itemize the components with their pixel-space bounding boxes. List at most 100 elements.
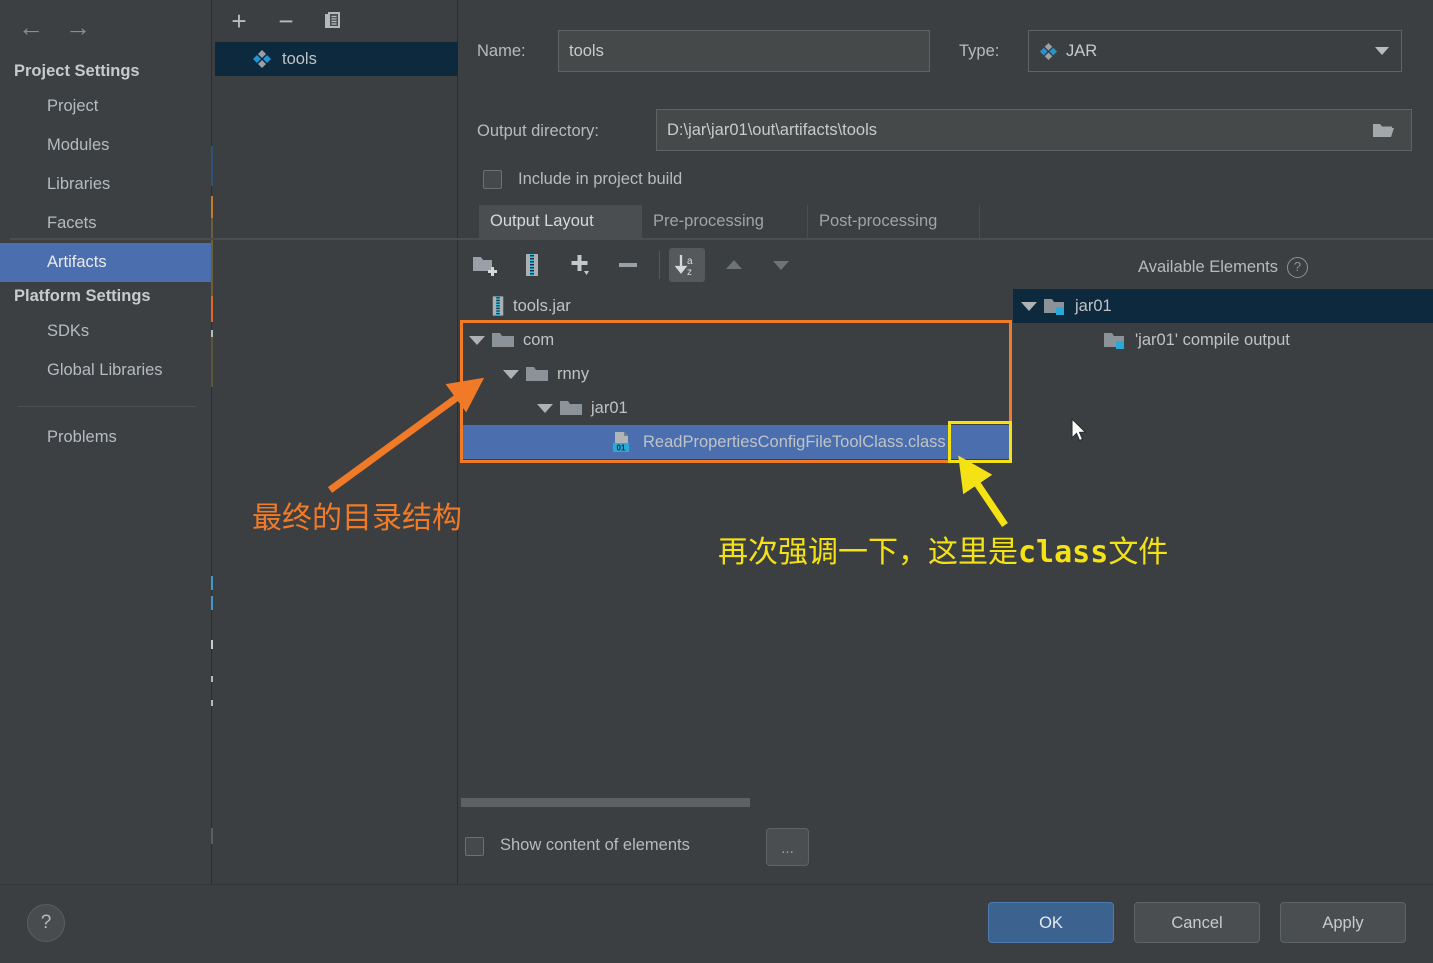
forward-arrow-icon[interactable]: → xyxy=(61,12,95,44)
folder-icon xyxy=(560,401,582,415)
plus-icon: + xyxy=(231,6,247,36)
tree-node[interactable]: rnny xyxy=(461,357,1012,391)
sidebar-group-title: Project Settings xyxy=(14,62,140,80)
svg-text:a: a xyxy=(687,256,693,267)
new-folder-icon xyxy=(473,257,497,276)
remove-element-button[interactable] xyxy=(610,248,646,282)
twisty-expanded-icon[interactable] xyxy=(537,403,553,413)
sort-elements-button[interactable]: a z xyxy=(669,248,705,282)
navigation-arrows: ← → xyxy=(14,12,134,46)
chevron-up-icon xyxy=(726,260,742,269)
minus-icon: − xyxy=(278,6,294,36)
twisty-expanded-icon[interactable] xyxy=(503,369,519,379)
artifact-list-panel: + − tools xyxy=(213,0,458,884)
include-in-project-build-checkbox[interactable] xyxy=(483,170,502,189)
sidebar-item-problems[interactable]: Problems xyxy=(0,418,212,457)
type-label: Type: xyxy=(959,42,1000,60)
sidebar-item-global-libraries[interactable]: Global Libraries xyxy=(0,351,212,390)
create-archive-button[interactable] xyxy=(514,248,550,282)
tab-post-processing[interactable]: Post-processing xyxy=(808,205,980,238)
sidebar-item-sdks[interactable]: SDKs xyxy=(0,312,212,351)
artifact-jar-icon xyxy=(1039,42,1058,60)
tab-pre-processing[interactable]: Pre-processing xyxy=(642,205,808,238)
tree-node[interactable]: jar01 xyxy=(461,391,1012,425)
move-up-button[interactable] xyxy=(716,248,752,282)
artifact-type-select[interactable]: JAR xyxy=(1028,30,1402,72)
sidebar-group-title: Platform Settings xyxy=(14,287,151,305)
class-file-icon: 01 xyxy=(613,432,629,453)
add-artifact-button[interactable]: + xyxy=(224,6,254,36)
tree-node-label: jar01 xyxy=(591,398,628,417)
project-structure-dialog: ← → Project Settings Platform Settings Pr… xyxy=(0,0,1433,963)
artifact-list-item-tools[interactable]: tools xyxy=(215,42,458,76)
available-elements-tree[interactable]: jar01 'jar01' compile output xyxy=(1013,289,1433,794)
tree-node[interactable]: tools.jar xyxy=(461,289,1012,323)
copy-artifact-button[interactable] xyxy=(318,6,348,36)
tree-node-label: jar01 xyxy=(1075,296,1112,315)
add-element-button[interactable] xyxy=(563,248,599,282)
tree-node[interactable]: jar01 xyxy=(1013,289,1433,323)
include-in-project-build-label: Include in project build xyxy=(518,170,683,188)
show-content-of-elements-checkbox[interactable] xyxy=(465,837,484,856)
artifact-jar-icon xyxy=(253,50,271,68)
help-button[interactable]: ? xyxy=(27,904,65,942)
copy-icon xyxy=(325,12,340,28)
plus-dropdown-icon xyxy=(571,255,589,275)
create-directory-button[interactable] xyxy=(467,248,503,282)
show-content-of-elements-label: Show content of elements xyxy=(500,836,690,854)
ok-button[interactable]: OK xyxy=(988,902,1114,943)
sort-az-icon: a z xyxy=(674,255,693,278)
move-down-button[interactable] xyxy=(763,248,799,282)
output-layout-tree[interactable]: tools.jar com rnny jar01 01 ReadPropertiesCon… xyxy=(461,289,1012,794)
chevron-down-icon xyxy=(773,261,789,270)
artifact-type-value: JAR xyxy=(1066,41,1098,60)
archive-icon xyxy=(526,254,538,276)
tree-node-label: 'jar01' compile output xyxy=(1135,330,1290,349)
settings-sidebar: ← → Project Settings Platform Settings Pr… xyxy=(0,0,212,884)
remove-artifact-button[interactable]: − xyxy=(271,6,301,36)
question-mark-icon[interactable]: ? xyxy=(1287,256,1309,278)
artifact-name-input[interactable] xyxy=(558,30,930,72)
archive-icon xyxy=(492,296,504,316)
tree-node-label: rnny xyxy=(557,364,590,383)
module-folder-icon xyxy=(1104,333,1124,349)
tree-node[interactable]: 01 ReadPropertiesConfigFileToolClass.clas… xyxy=(461,425,1012,459)
svg-text:01: 01 xyxy=(617,444,626,453)
folder-icon xyxy=(492,333,514,347)
sidebar-item-artifacts[interactable]: Artifacts xyxy=(0,243,212,282)
artifact-list-toolbar: + − xyxy=(213,0,458,41)
folder-icon xyxy=(526,367,548,381)
more-options-button[interactable]: ... xyxy=(766,828,809,866)
twisty-expanded-icon[interactable] xyxy=(1021,301,1037,311)
output-layout-toolbar: a z xyxy=(462,245,1022,285)
chevron-down-icon xyxy=(1375,47,1389,55)
module-folder-icon xyxy=(1044,299,1064,315)
output-tree-horizontal-scrollbar[interactable] xyxy=(461,796,1012,809)
available-elements-title: Available Elements xyxy=(1137,257,1279,276)
sidebar-item-modules[interactable]: Modules xyxy=(0,126,212,165)
svg-text:z: z xyxy=(687,267,692,278)
mouse-cursor xyxy=(1071,418,1087,442)
name-label: Name: xyxy=(477,42,526,60)
minus-icon xyxy=(619,263,637,267)
tree-node-label: tools.jar xyxy=(513,296,571,315)
tabs-underline xyxy=(10,238,1433,240)
tree-node[interactable]: 'jar01' compile output xyxy=(1013,323,1433,357)
output-directory-label: Output directory: xyxy=(477,122,599,140)
artifact-list-item-label: tools xyxy=(282,49,317,68)
sidebar-item-project[interactable]: Project xyxy=(0,87,212,126)
tree-node[interactable]: com xyxy=(461,323,1012,357)
available-elements-header: Available Elements ? xyxy=(1013,253,1433,281)
apply-button[interactable]: Apply xyxy=(1280,902,1406,943)
tab-output-layout[interactable]: Output Layout xyxy=(479,205,642,238)
back-arrow-icon[interactable]: ← xyxy=(14,12,48,44)
cancel-button[interactable]: Cancel xyxy=(1134,902,1260,943)
twisty-expanded-icon[interactable] xyxy=(469,335,485,345)
scrollbar-thumb[interactable] xyxy=(461,798,750,807)
sidebar-item-libraries[interactable]: Libraries xyxy=(0,165,212,204)
output-directory-input[interactable] xyxy=(656,109,1412,151)
sidebar-divider xyxy=(18,406,196,407)
tree-node-label: com xyxy=(523,330,555,349)
artifact-config-tabs: Output Layout Pre-processing Post-processi… xyxy=(469,205,1433,238)
folder-open-icon[interactable] xyxy=(1372,120,1396,140)
